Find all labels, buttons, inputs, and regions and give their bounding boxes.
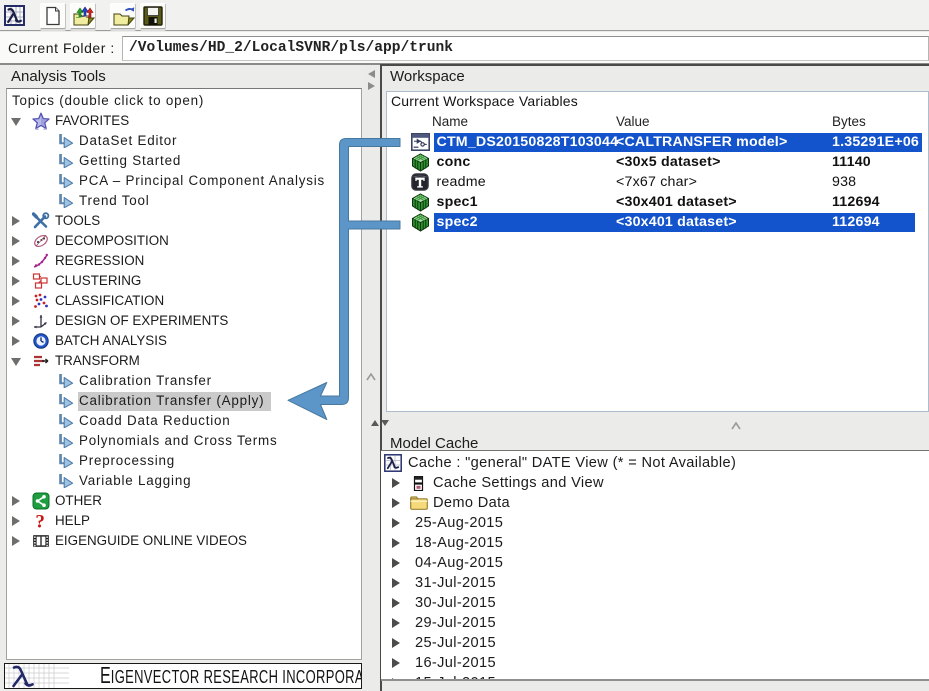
svg-text:?: ? xyxy=(35,512,45,530)
